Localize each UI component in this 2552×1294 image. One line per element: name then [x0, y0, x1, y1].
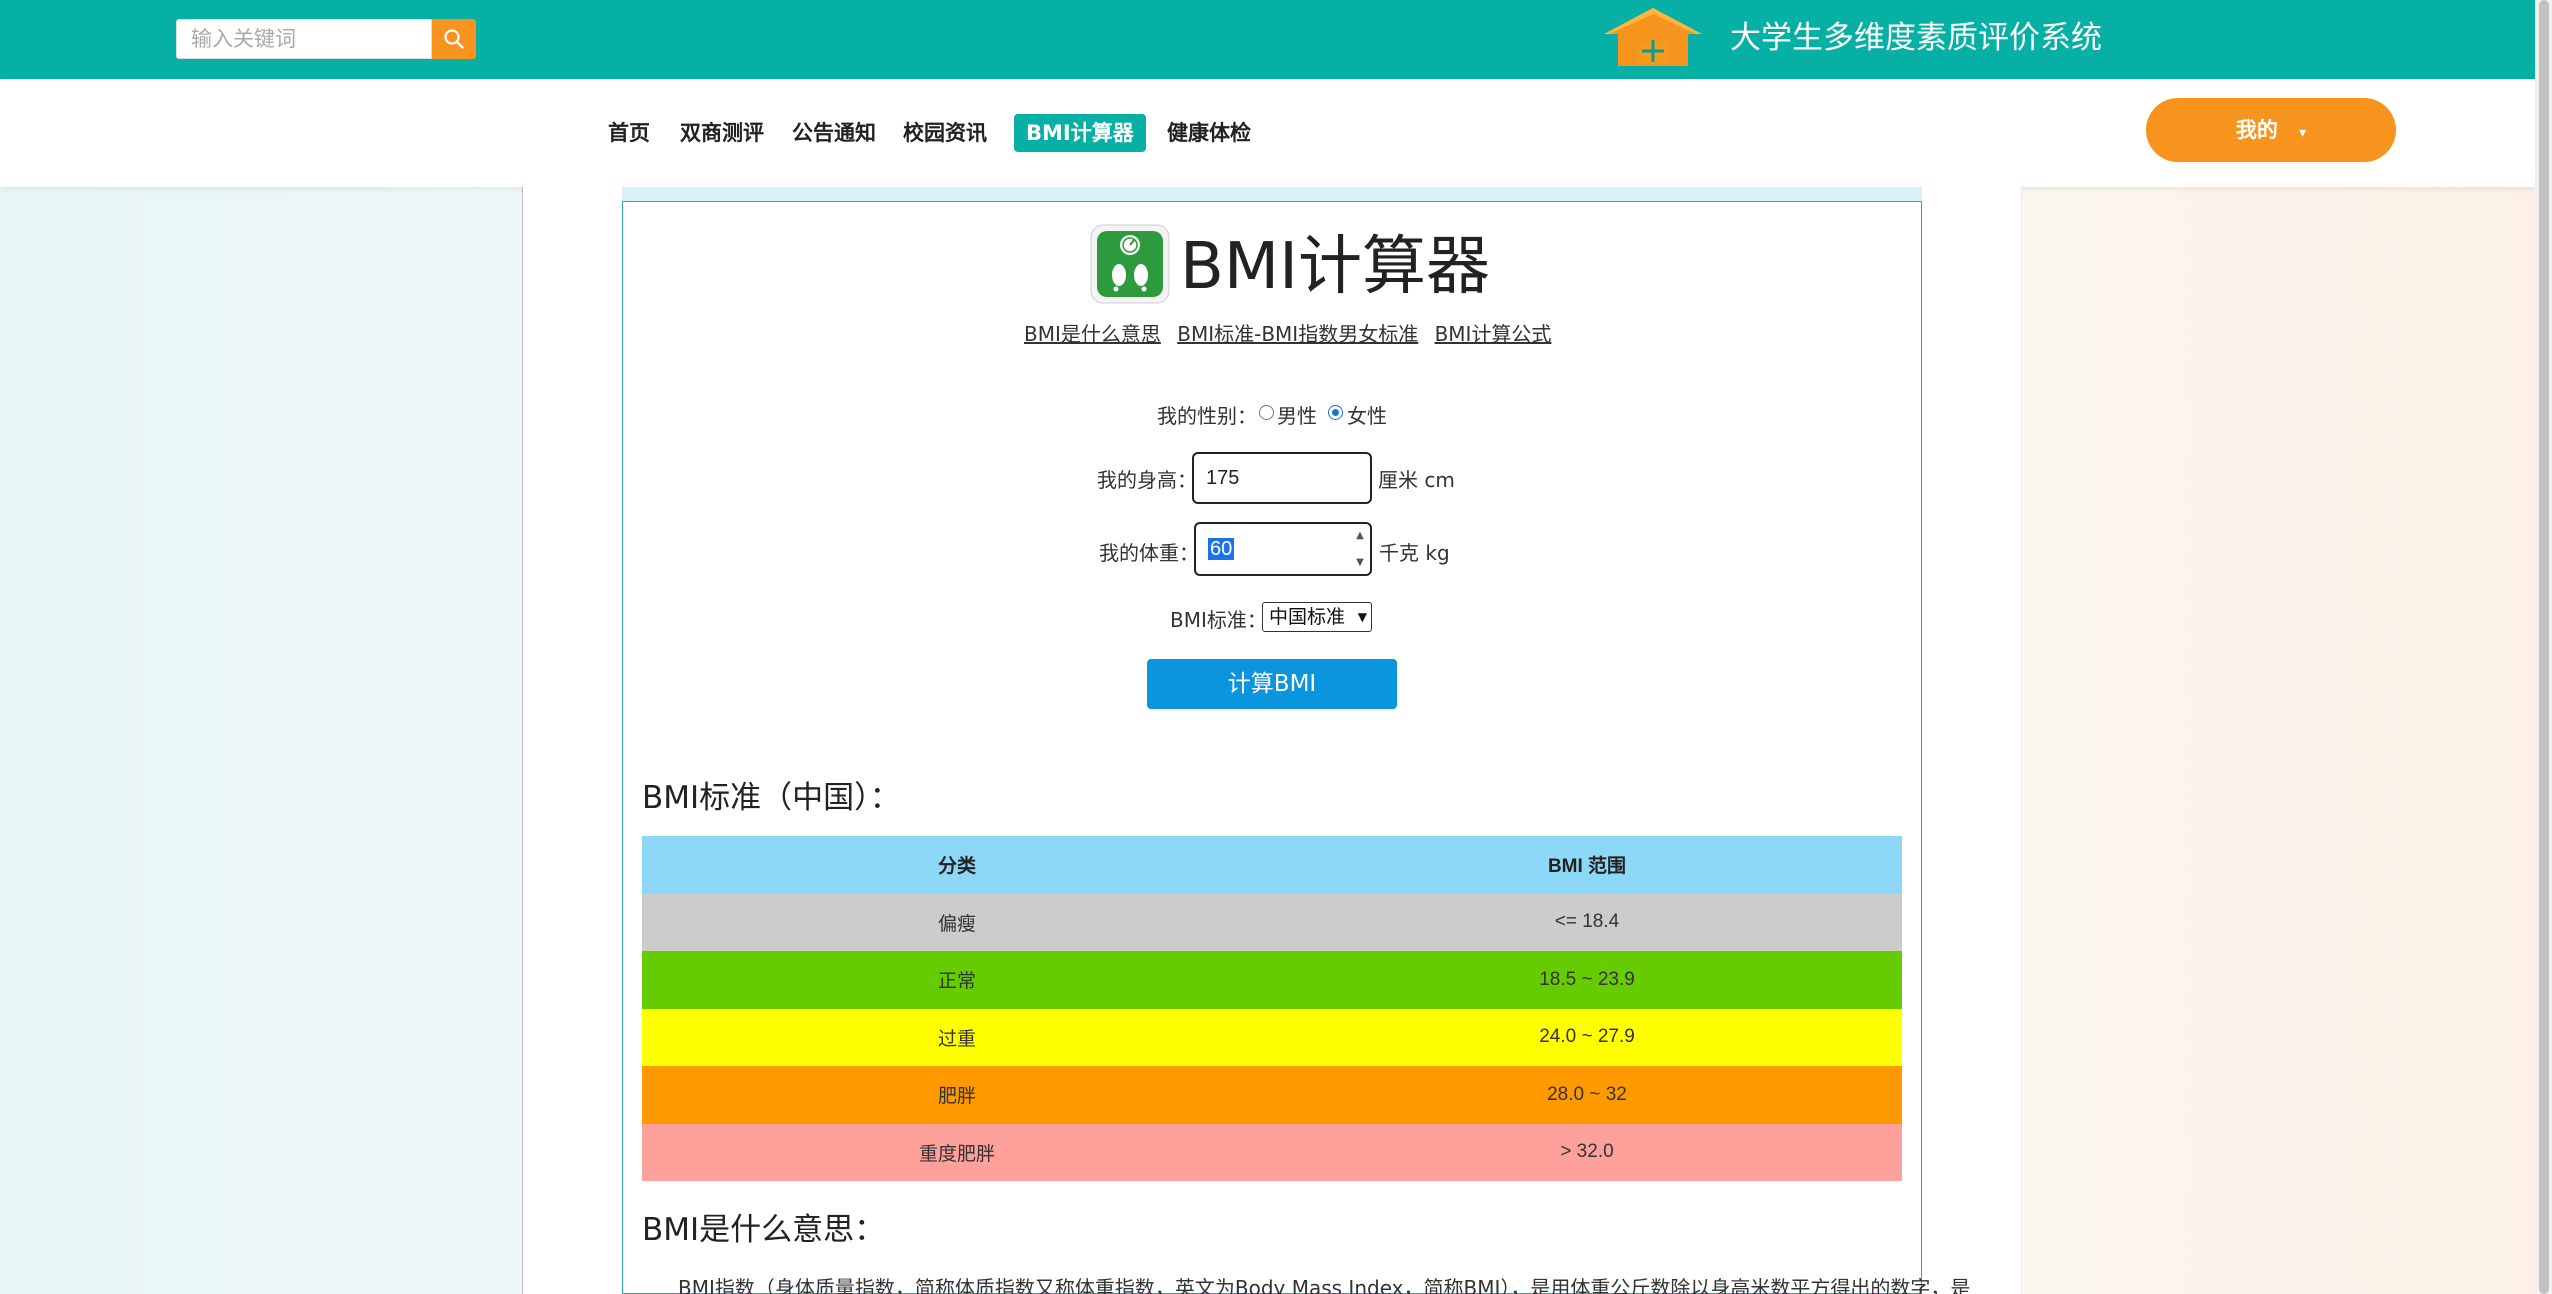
spin-up-icon[interactable]: ▲ — [1356, 530, 1364, 541]
calculate-bmi-button[interactable]: 计算BMI — [1147, 659, 1397, 709]
bmi-standard-table: 分类 BMI 范围 偏瘦 <= 18.4 正常 18.5 ~ 23.9 过重 2… — [642, 836, 1902, 1181]
weight-input[interactable]: 60 — [1194, 522, 1372, 576]
table-cell-range: > 32.0 — [1560, 1141, 1614, 1163]
standard-select[interactable]: 中国标准 ▼ — [1262, 602, 1372, 632]
nav-item-health-checkup[interactable]: 健康体检 — [1167, 114, 1251, 152]
table-row: 肥胖 28.0 ~ 32 — [642, 1066, 1902, 1124]
link-what-is-bmi[interactable]: BMI是什么意思 — [1024, 322, 1161, 346]
standard-heading: BMI标准（中国）： — [642, 780, 901, 816]
spin-down-icon[interactable]: ▼ — [1356, 557, 1364, 568]
table-cell-category: 正常 — [937, 971, 976, 993]
standard-label: BMI标准： — [1170, 608, 1267, 632]
gender-label: 我的性别： — [1157, 404, 1257, 428]
nav-item-dual-assessment[interactable]: 双商测评 — [680, 114, 764, 152]
nav-item-bmi-calculator[interactable]: BMI计算器 — [1014, 114, 1146, 152]
table-cell-range: 18.5 ~ 23.9 — [1539, 968, 1635, 990]
chevron-down-icon: ▾ — [2299, 125, 2307, 141]
standard-selected-value: 中国标准 — [1269, 606, 1346, 628]
search-input[interactable]: 输入关键词 — [176, 19, 432, 59]
table-cell-range: 24.0 ~ 27.9 — [1539, 1026, 1635, 1048]
table-row: 偏瘦 <= 18.4 — [642, 893, 1902, 951]
calculator-card-header — [622, 187, 1922, 202]
table-cell-category: 肥胖 — [937, 1086, 976, 1108]
meaning-paragraph: BMI指数（身体质量指数，简称体质指数又称体重指数，英文为Body Mass I… — [678, 1276, 1971, 1294]
table-header-range: BMI 范围 — [1547, 856, 1627, 878]
weight-spinner[interactable]: ▲ ▼ — [1352, 530, 1368, 568]
gender-female-radio[interactable] — [1328, 405, 1343, 420]
table-cell-category: 偏瘦 — [937, 913, 976, 935]
gender-male-radio[interactable] — [1259, 405, 1274, 420]
chevron-down-icon: ▼ — [1357, 610, 1367, 624]
meaning-heading: BMI是什么意思： — [642, 1212, 886, 1248]
user-menu-button[interactable]: 我的 ▾ — [2146, 98, 2396, 162]
user-menu-label: 我的 — [2235, 118, 2278, 142]
page-title: BMI计算器 — [1180, 230, 1490, 304]
height-unit: 厘米 cm — [1378, 468, 1455, 492]
table-header-category: 分类 — [937, 856, 976, 878]
link-bmi-standard[interactable]: BMI标准-BMI指数男女标准 — [1177, 322, 1418, 346]
table-row: 正常 18.5 ~ 23.9 — [642, 951, 1902, 1009]
gender-male-label: 男性 — [1277, 404, 1317, 428]
height-label: 我的身高： — [1097, 468, 1197, 492]
nav-item-home[interactable]: 首页 — [608, 114, 650, 152]
nav-item-announcements[interactable]: 公告通知 — [792, 114, 876, 152]
search-button[interactable] — [432, 19, 476, 59]
table-header-row: 分类 BMI 范围 — [642, 836, 1902, 894]
table-cell-category: 过重 — [937, 1028, 976, 1050]
weight-unit: 千克 kg — [1379, 541, 1450, 565]
nav-item-campus-news[interactable]: 校园资讯 — [903, 114, 987, 152]
site-title: 大学生多维度素质评价系统 — [1730, 20, 2102, 56]
scale-app-icon — [1090, 224, 1170, 304]
gender-female-label: 女性 — [1347, 404, 1387, 428]
table-row: 重度肥胖 > 32.0 — [642, 1123, 1902, 1181]
link-bmi-formula[interactable]: BMI计算公式 — [1435, 322, 1552, 346]
table-cell-range: 28.0 ~ 32 — [1547, 1083, 1627, 1105]
height-input[interactable]: 175 — [1192, 452, 1372, 504]
weight-value-selected: 60 — [1208, 538, 1235, 560]
house-logo-icon — [1604, 8, 1702, 66]
search-icon — [444, 29, 464, 49]
table-cell-range: <= 18.4 — [1554, 911, 1620, 933]
info-links: BMI是什么意思 BMI标准-BMI指数男女标准 BMI计算公式 — [1024, 318, 1561, 347]
table-cell-category: 重度肥胖 — [918, 1143, 995, 1165]
page-scrollbar-thumb[interactable] — [2539, 0, 2549, 1294]
weight-label: 我的体重： — [1099, 541, 1199, 565]
table-row: 过重 24.0 ~ 27.9 — [642, 1008, 1902, 1066]
